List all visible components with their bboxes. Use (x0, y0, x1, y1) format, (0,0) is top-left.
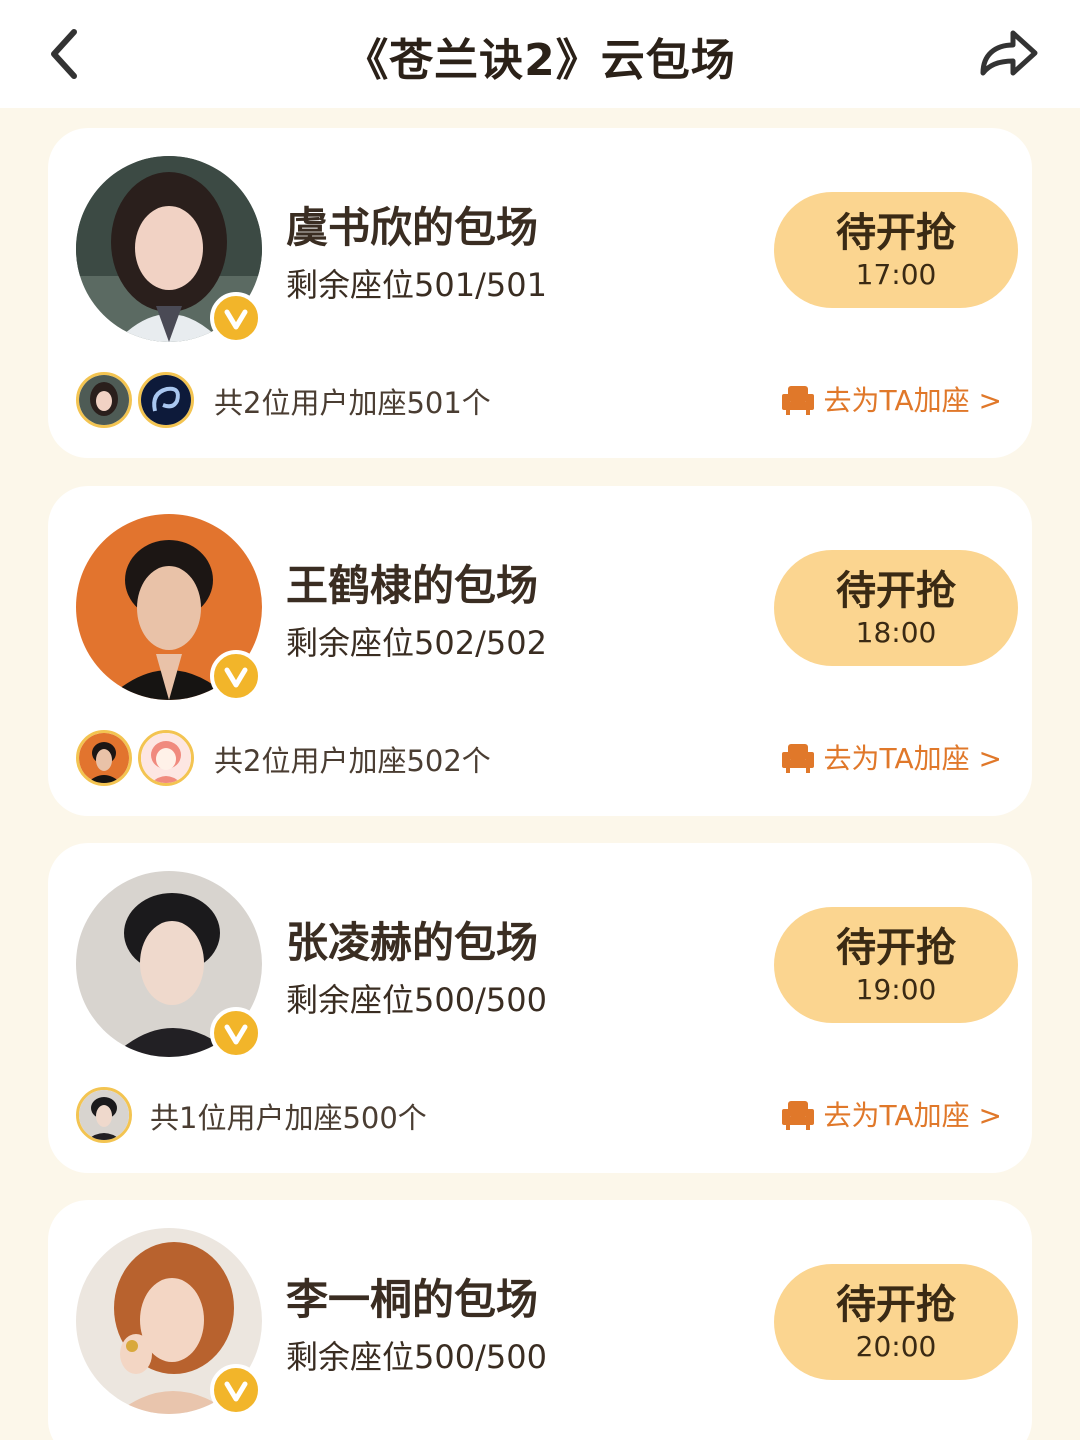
verified-icon (210, 650, 262, 702)
add-seat-label: 去为TA加座 > (823, 1099, 1002, 1132)
add-seat-link[interactable]: 去为TA加座 > (780, 1093, 1002, 1135)
seat-icon (781, 386, 814, 415)
screening-card[interactable]: 张凌赫的包场 剩余座位500/500 待开抢 19:00 共1位用户加座500个… (48, 843, 1032, 1173)
share-button[interactable] (974, 24, 1044, 84)
share-arrow-icon (980, 30, 1038, 76)
participant-avatar[interactable] (138, 730, 194, 786)
participant-avatar[interactable] (138, 372, 194, 428)
seats-remaining: 剩余座位502/502 (286, 624, 547, 662)
host-title: 张凌赫的包场 (286, 918, 539, 967)
grab-time: 19:00 (855, 973, 937, 1006)
seat-icon (781, 744, 814, 773)
grab-status-label: 待开抢 (836, 1282, 956, 1328)
verified-icon (210, 1007, 262, 1059)
grab-status-label: 待开抢 (836, 925, 956, 971)
seat-icon (781, 1101, 814, 1130)
add-seat-link[interactable]: 去为TA加座 > (780, 736, 1002, 778)
seats-remaining: 剩余座位500/500 (286, 981, 547, 1019)
participant-avatar[interactable] (76, 730, 132, 786)
verified-icon (210, 1364, 262, 1416)
add-seat-label: 去为TA加座 > (823, 742, 1002, 775)
host-title: 虞书欣的包场 (286, 203, 539, 252)
nav-bar: 《苍兰诀2》云包场 (0, 0, 1080, 108)
verified-icon (210, 292, 262, 344)
grab-status-label: 待开抢 (836, 568, 956, 614)
grab-button[interactable]: 待开抢 19:00 (774, 907, 1018, 1023)
grab-button[interactable]: 待开抢 17:00 (774, 192, 1018, 308)
grab-button[interactable]: 待开抢 18:00 (774, 550, 1018, 666)
screening-card[interactable]: 王鹤棣的包场 剩余座位502/502 待开抢 18:00 共2位用户加座502个… (48, 486, 1032, 816)
host-title: 王鹤棣的包场 (286, 561, 539, 610)
participant-avatar[interactable] (76, 1087, 132, 1143)
grab-time: 20:00 (855, 1330, 937, 1363)
grab-time: 18:00 (855, 616, 937, 649)
seats-remaining: 剩余座位500/500 (286, 1338, 547, 1376)
add-seat-label: 去为TA加座 > (823, 384, 1002, 417)
screening-card[interactable]: 李一桐的包场 剩余座位500/500 待开抢 20:00 (48, 1200, 1032, 1440)
host-title: 李一桐的包场 (286, 1275, 539, 1324)
screening-card[interactable]: 虞书欣的包场 剩余座位501/501 待开抢 17:00 共2位用户加座501个… (48, 128, 1032, 458)
joined-summary: 共1位用户加座500个 (150, 1101, 427, 1135)
grab-status-label: 待开抢 (836, 210, 956, 256)
add-seat-link[interactable]: 去为TA加座 > (780, 378, 1002, 420)
participant-avatar[interactable] (76, 372, 132, 428)
grab-button[interactable]: 待开抢 20:00 (774, 1264, 1018, 1380)
grab-time: 17:00 (855, 258, 937, 291)
joined-summary: 共2位用户加座502个 (214, 744, 491, 778)
seats-remaining: 剩余座位501/501 (286, 266, 547, 304)
joined-summary: 共2位用户加座501个 (214, 386, 491, 420)
page-title: 《苍兰诀2》云包场 (344, 35, 736, 86)
